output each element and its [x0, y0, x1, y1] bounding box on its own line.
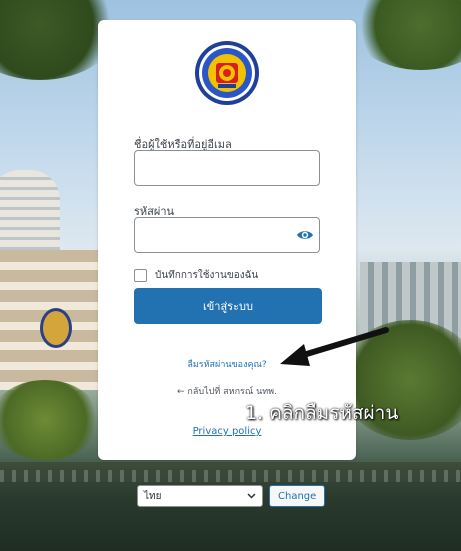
login-card: ชื่อผู้ใช้หรือที่อยู่อีเมล รหัสผ่าน บันท…	[98, 20, 356, 460]
username-input[interactable]	[135, 151, 319, 185]
change-language-button[interactable]: Change	[269, 485, 326, 507]
login-button[interactable]: เข้าสู่ระบบ	[134, 288, 322, 324]
organization-seal-logo[interactable]	[194, 40, 260, 106]
username-field[interactable]	[134, 150, 320, 186]
chevron-down-icon	[247, 493, 256, 499]
remember-checkbox[interactable]	[134, 269, 147, 282]
language-switcher: ไทย Change	[137, 485, 326, 507]
language-selected: ไทย	[144, 490, 162, 502]
remember-me[interactable]: บันทึกการใช้งานของฉัน	[134, 268, 258, 283]
back-to-site-link[interactable]: ← กลับไปที่ สหกรณ์ นทพ.	[98, 384, 356, 398]
password-field[interactable]	[134, 217, 320, 253]
eye-icon[interactable]	[295, 225, 315, 245]
remember-label: บันทึกการใช้งานของฉัน	[155, 270, 259, 281]
password-input[interactable]	[135, 218, 319, 252]
arrow-icon	[280, 327, 389, 366]
language-select[interactable]: ไทย	[137, 485, 263, 507]
annotation-text: 1. คลิกลืมรหัสผ่าน	[245, 402, 399, 424]
